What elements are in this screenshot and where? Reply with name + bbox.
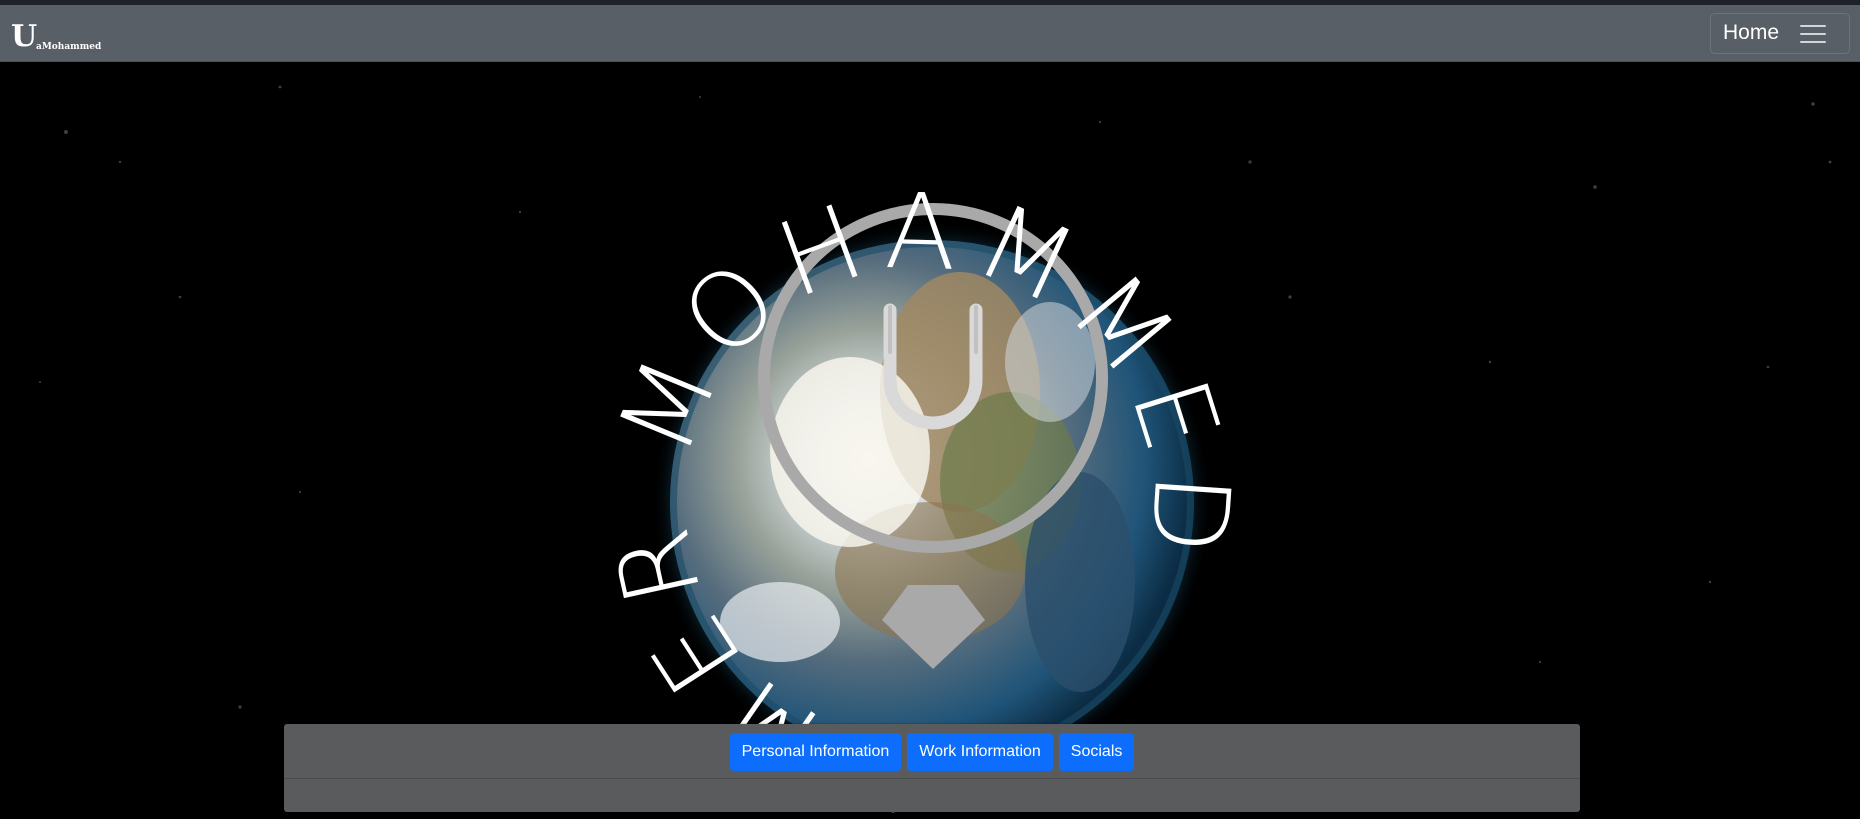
personal-information-button[interactable]: Personal Information <box>729 733 902 771</box>
tab-button-row: Personal Information Work Information So… <box>284 733 1580 771</box>
panel-divider <box>284 778 1580 779</box>
navbar: U aMohammed Home <box>0 5 1860 62</box>
work-information-button[interactable]: Work Information <box>907 733 1053 771</box>
info-tabs-panel: Personal Information Work Information So… <box>284 724 1580 812</box>
brand-logo-name: aMohammed <box>36 42 102 52</box>
home-link[interactable]: Home <box>1723 22 1779 44</box>
hero-emblem: UMER MOHAMMED <box>587 170 1239 819</box>
nav-menu-group: Home <box>1710 13 1850 54</box>
socials-button[interactable]: Socials <box>1058 733 1135 771</box>
hamburger-menu-icon[interactable] <box>1800 24 1826 44</box>
brand-logo-letter: U <box>11 19 38 54</box>
